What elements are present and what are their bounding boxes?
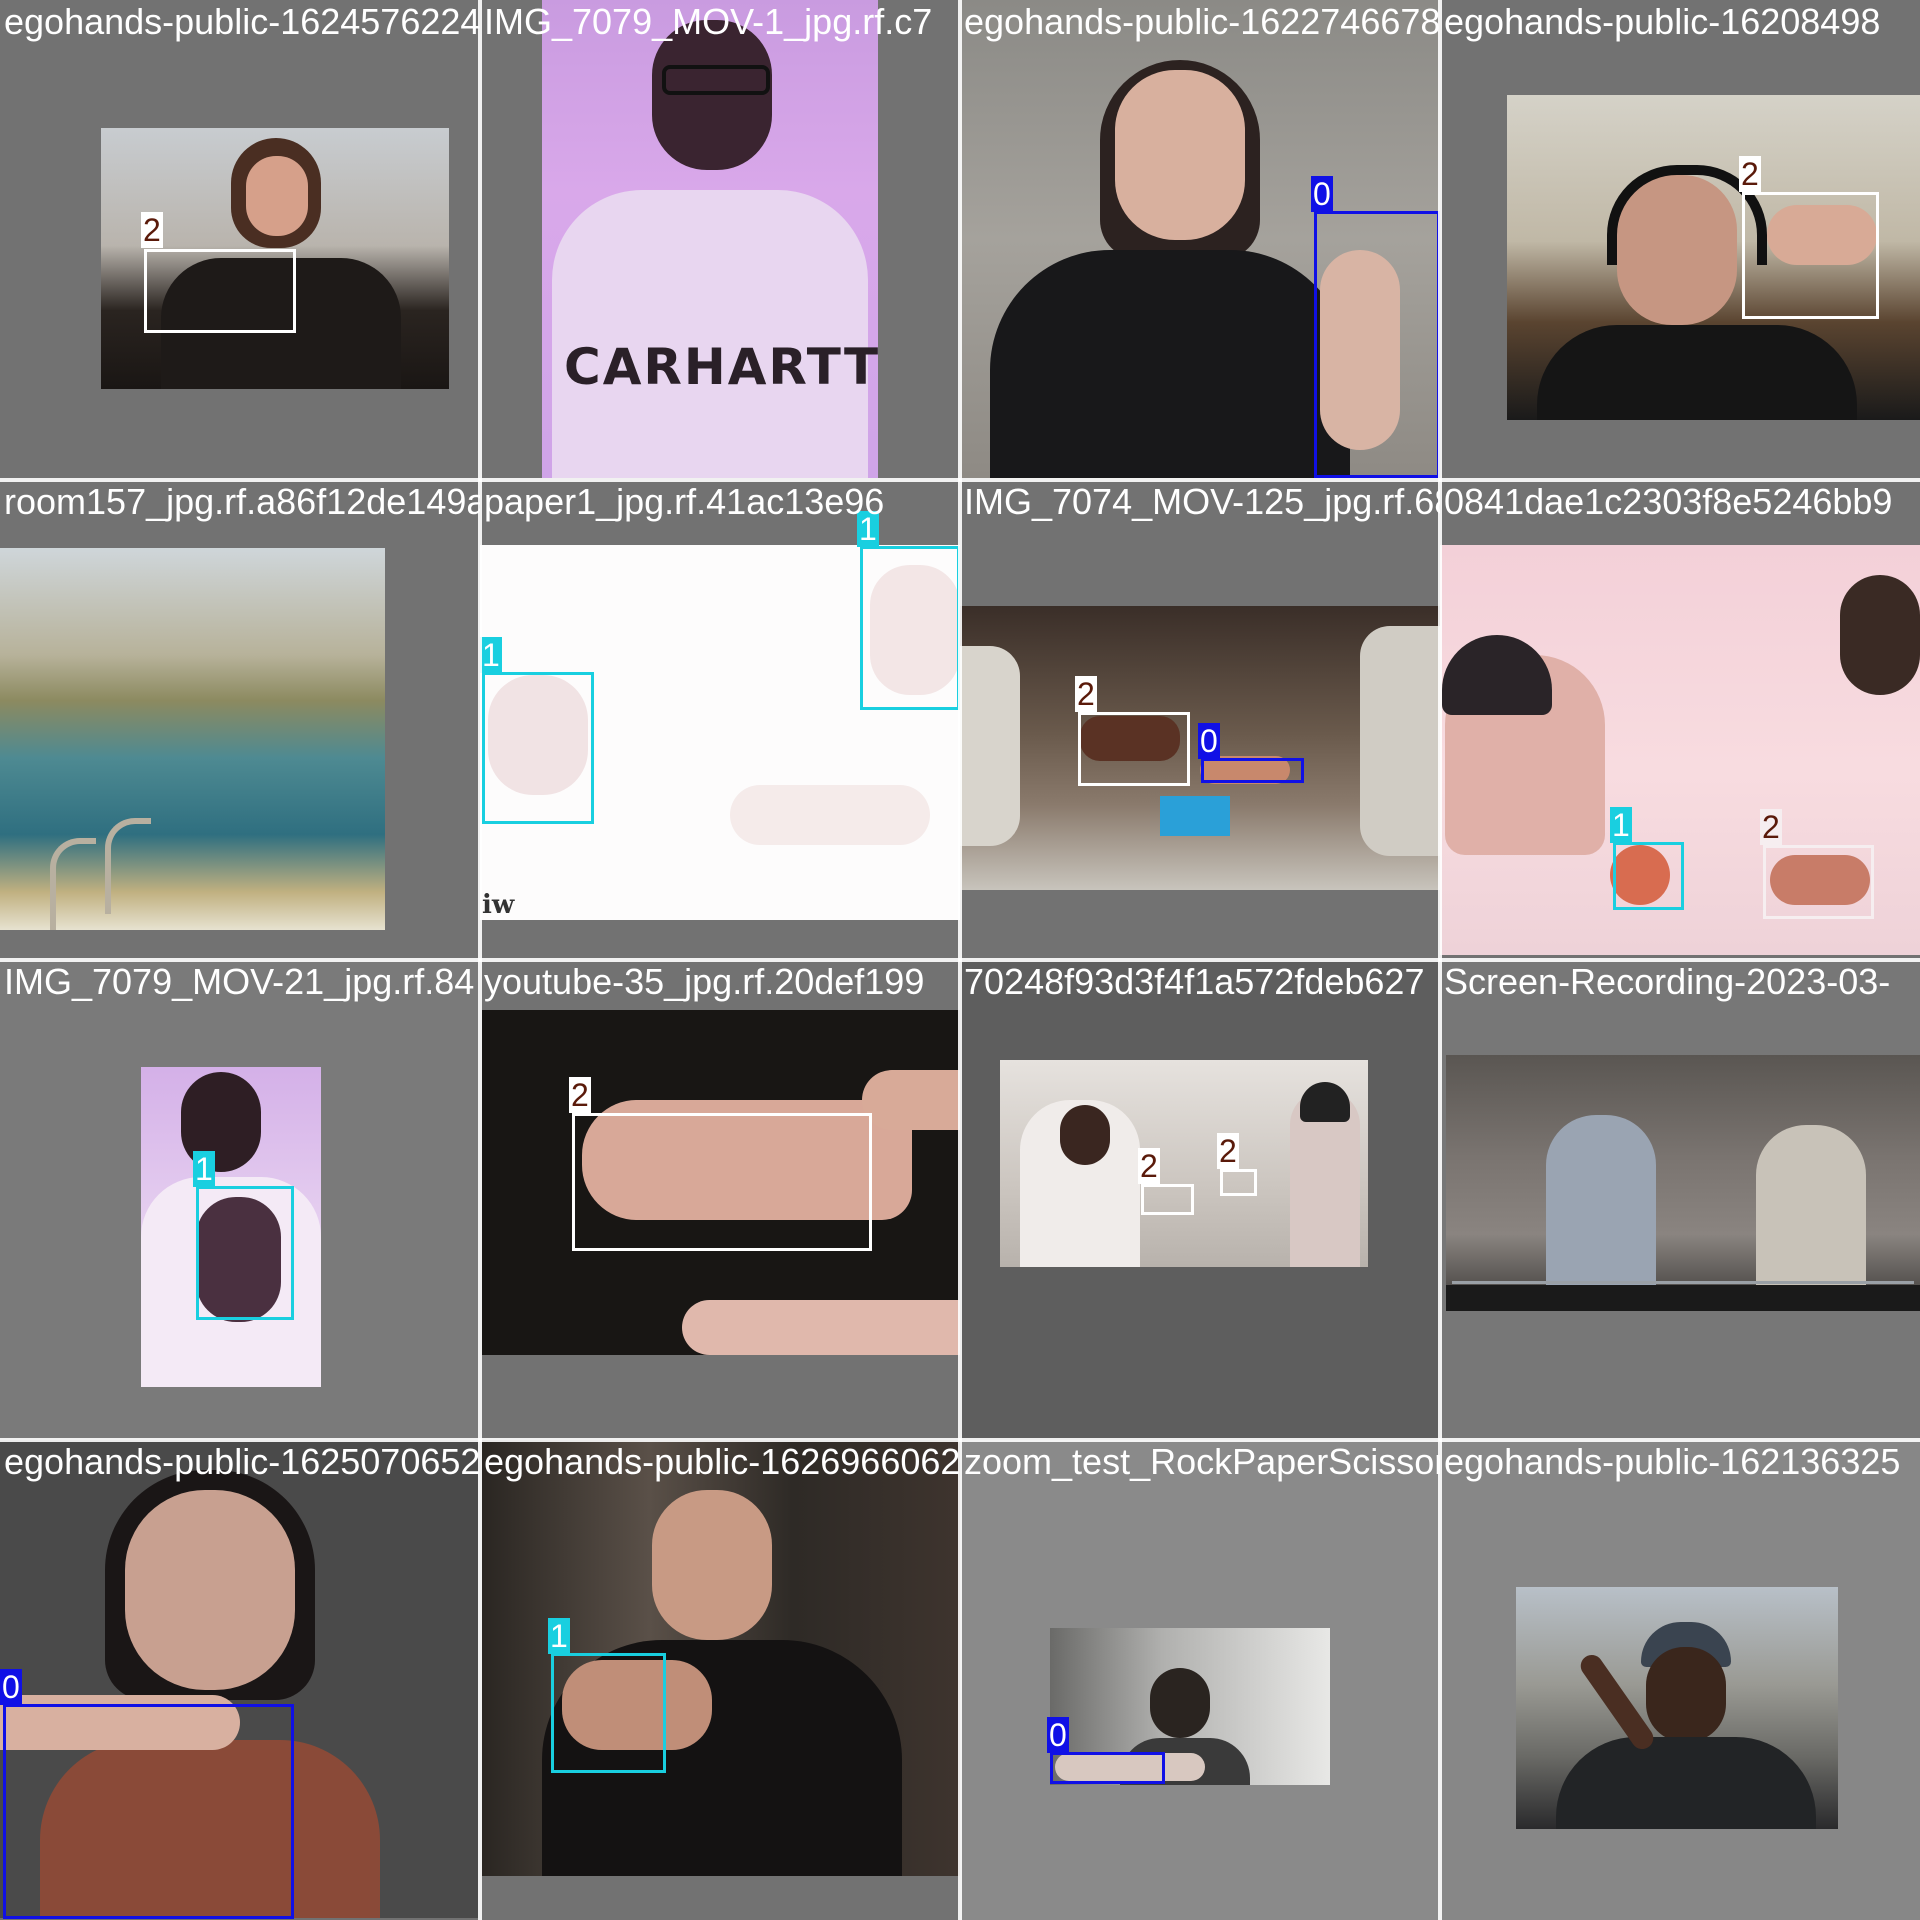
person-face: [652, 1490, 772, 1640]
image-filename: egohands-public-1624576224168: [4, 1, 480, 42]
beanie: [1442, 635, 1552, 715]
mosaic-tile: 1 IMG_7079_MOV-21_jpg.rf.84: [0, 960, 480, 1440]
mosaic-tile: 0 egohands-public-1622746678505: [960, 0, 1440, 480]
tv-screen: [1160, 796, 1230, 836]
person-face: [1115, 70, 1245, 240]
mosaic-tile: iw 1 1 paper1_jpg.rf.41ac13e96: [480, 480, 960, 960]
image-filename: youtube-35_jpg.rf.20def199: [484, 961, 925, 1002]
mosaic-tile: 1 egohands-public-16269660622: [480, 1440, 960, 1920]
bbox-class-1: [196, 1186, 294, 1320]
person-face: [1060, 1105, 1110, 1165]
mosaic-tile: 2 egohands-public-16208498: [1440, 0, 1920, 480]
image-filename: egohands-public-16208498: [1444, 1, 1881, 42]
mosaic-tile: room157_jpg.rf.a86f12de149ae052e5f2e: [0, 480, 480, 960]
shirt-text: CARHARTT: [564, 338, 878, 396]
bbox-class-1: [860, 546, 960, 710]
bbox-label: 2: [569, 1077, 591, 1113]
person-body: [990, 250, 1350, 478]
corner-text: iw: [482, 890, 515, 920]
bbox-label: 0: [0, 1669, 22, 1705]
bbox-class-2: [1763, 845, 1874, 919]
photo-thumbnail: [0, 548, 385, 930]
person-face: [1150, 1668, 1210, 1738]
bbox-label: 2: [141, 212, 163, 248]
bbox-label: 1: [193, 1151, 215, 1187]
photo-thumbnail: [1000, 1060, 1368, 1267]
hand: [730, 785, 930, 845]
mosaic-tile: Screen-Recording-2023-03-: [1440, 960, 1920, 1440]
pool-railing: [105, 818, 151, 914]
person-left: [960, 646, 1020, 846]
person-glasses: [662, 65, 770, 95]
forearm: [862, 1070, 960, 1130]
bbox-label: 0: [1311, 176, 1333, 212]
mosaic-tile: 1 2 0841dae1c2303f8e5246bb9: [1440, 480, 1920, 960]
bbox-label: 2: [1217, 1133, 1239, 1169]
photo-thumbnail: [1516, 1587, 1838, 1829]
bbox-label: 2: [1760, 809, 1782, 845]
image-filename: egohands-public-162136325: [1444, 1441, 1901, 1482]
mosaic-tile: 2 youtube-35_jpg.rf.20def199: [480, 960, 960, 1440]
grid-divider: [0, 1438, 1920, 1442]
bbox-label: 2: [1075, 676, 1097, 712]
bbox-class-0: [3, 1704, 294, 1919]
image-filename: IMG_7074_MOV-125_jpg.rf.6841: [964, 481, 1440, 522]
mosaic-tile: 2 0 IMG_7074_MOV-125_jpg.rf.6841: [960, 480, 1440, 960]
bbox-label: 1: [480, 637, 502, 673]
pool-railing: [50, 838, 96, 930]
photo-thumbnail: CARHARTT: [542, 0, 878, 478]
beanie: [1300, 1082, 1350, 1122]
video-progress: [1452, 1281, 1914, 1284]
image-filename: zoom_test_RockPaperScissors: [964, 1441, 1440, 1482]
person-left: [1546, 1115, 1656, 1295]
bbox-class-1: [551, 1653, 666, 1773]
bbox-class-2: [572, 1113, 872, 1251]
bbox-class-0: [1050, 1752, 1165, 1784]
bbox-label: 2: [1138, 1148, 1160, 1184]
bbox-class-1: [482, 672, 594, 824]
image-filename: IMG_7079_MOV-21_jpg.rf.84: [4, 961, 475, 1002]
mosaic-tile: 2 egohands-public-1624576224168: [0, 0, 480, 480]
bbox-label: 1: [548, 1618, 570, 1654]
image-filename: 0841dae1c2303f8e5246bb9: [1444, 481, 1893, 522]
bbox-class-2: [1220, 1169, 1257, 1196]
person-face: [652, 20, 772, 170]
bbox-class-2: [1141, 1184, 1194, 1215]
bbox-class-2: [1742, 192, 1879, 319]
person-hoodie: [552, 190, 868, 478]
photo-thumbnail: [1446, 1055, 1920, 1311]
bbox-class-2: [144, 249, 296, 333]
mosaic-grid: 2 egohands-public-1624576224168 CARHARTT…: [0, 0, 1920, 1920]
image-filename: 70248f93d3f4f1a572fdeb627: [964, 961, 1425, 1002]
hand: [682, 1300, 960, 1355]
person-face: [246, 156, 308, 236]
image-filename: paper1_jpg.rf.41ac13e96: [484, 481, 885, 522]
mosaic-tile: 0 egohands-public-1625070652889: [0, 1440, 480, 1920]
grid-divider: [0, 478, 1920, 482]
bbox-label: 1: [857, 511, 879, 547]
bbox-label: 0: [1198, 723, 1220, 759]
grid-divider: [0, 958, 1920, 962]
person-body: [1537, 325, 1857, 420]
person-right: [1840, 575, 1920, 695]
bbox-class-0: [1314, 211, 1440, 478]
bbox-label: 1: [1610, 807, 1632, 843]
bbox-class-2: [1078, 712, 1190, 786]
mosaic-tile: CARHARTT IMG_7079_MOV-1_jpg.rf.c7: [480, 0, 960, 480]
bbox-class-1: [1613, 842, 1684, 910]
bbox-label: 0: [1047, 1717, 1069, 1753]
image-filename: Screen-Recording-2023-03-: [1444, 961, 1891, 1002]
person-right: [1360, 626, 1440, 856]
bbox-class-0: [1201, 758, 1304, 783]
person-face: [125, 1490, 295, 1690]
mosaic-tile: 0 zoom_test_RockPaperScissors: [960, 1440, 1440, 1920]
video-controls: [1446, 1285, 1920, 1311]
mosaic-tile: egohands-public-162136325: [1440, 1440, 1920, 1920]
bbox-label: 2: [1739, 156, 1761, 192]
mosaic-tile: 2 2 70248f93d3f4f1a572fdeb627: [960, 960, 1440, 1440]
person-face: [1646, 1647, 1726, 1742]
image-filename: room157_jpg.rf.a86f12de149ae052e5f2e: [4, 481, 480, 522]
person-body: [1556, 1737, 1816, 1829]
person-right: [1756, 1125, 1866, 1295]
